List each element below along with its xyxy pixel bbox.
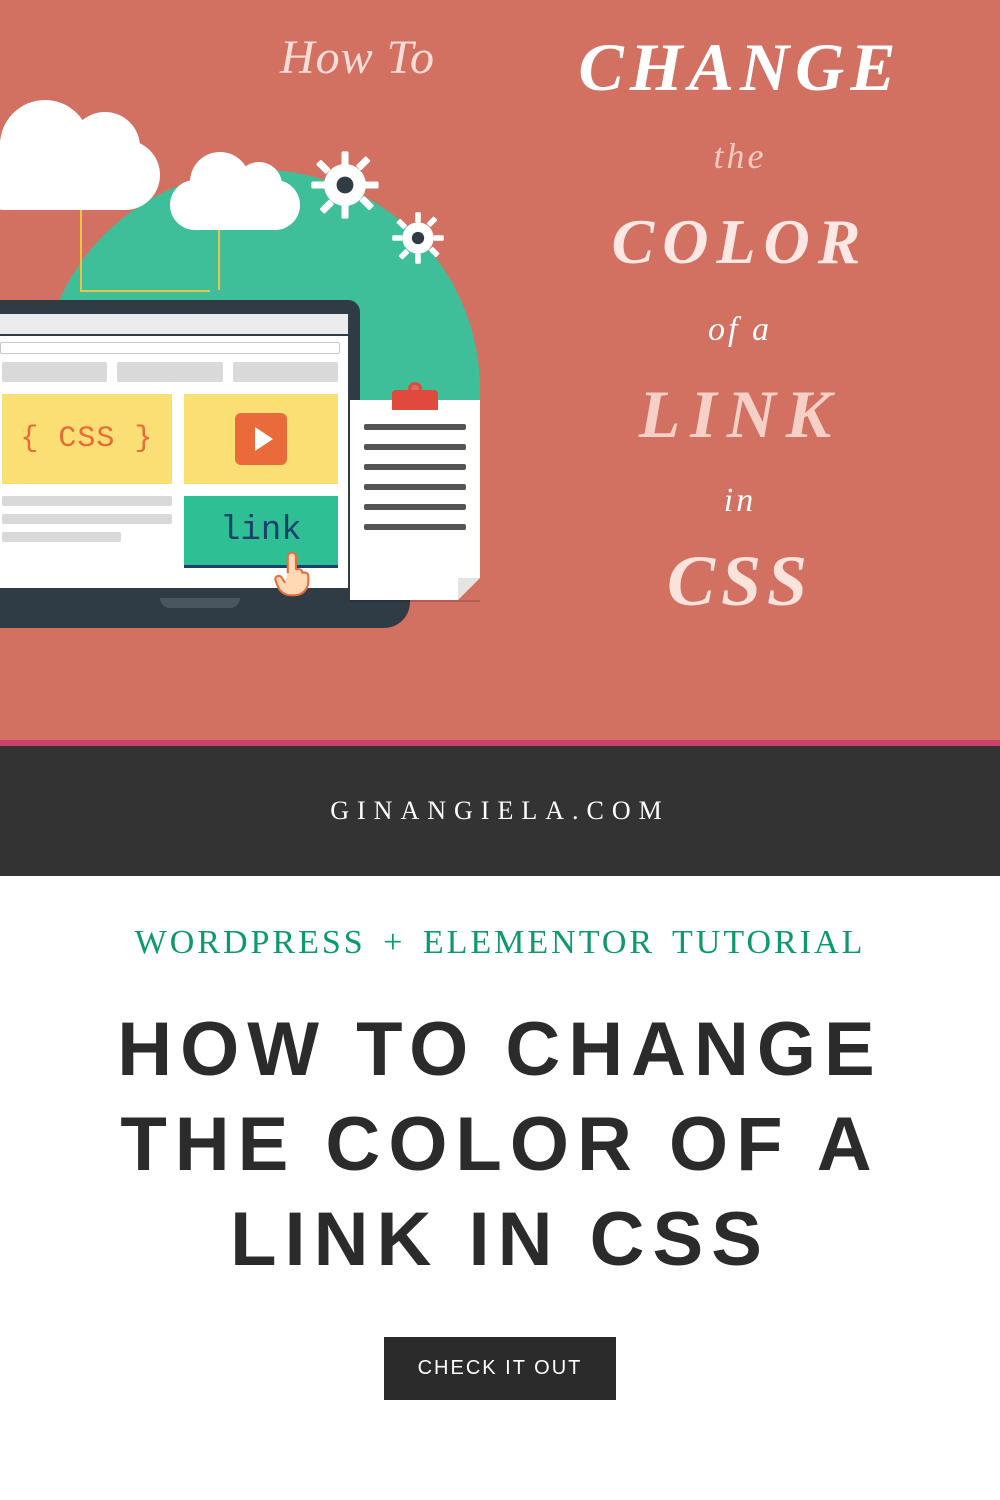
- hero-text-color: COLOR: [520, 205, 960, 279]
- page-fold-icon: [458, 578, 480, 600]
- site-domain-text: GINANGIELA.COM: [330, 796, 669, 826]
- lower-content: WORDPRESS + ELEMENTOR TUTORIAL HOW TO CH…: [0, 876, 1000, 1430]
- tutorial-category: WORDPRESS + ELEMENTOR TUTORIAL: [40, 924, 960, 962]
- connector-line: [80, 210, 82, 290]
- text-lines-placeholder: [2, 496, 172, 568]
- video-card: [184, 394, 338, 484]
- hero-illustration: { CSS } link: [0, 110, 520, 730]
- link-card-label: link: [220, 512, 302, 550]
- hero-text-css: CSS: [520, 540, 960, 623]
- hero-title-stack: CHANGE the COLOR of a LINK in CSS: [520, 20, 960, 623]
- main-title: HOW TO CHANGE THE COLOR OF A LINK IN CSS: [40, 1002, 960, 1287]
- nav-placeholders: [0, 362, 348, 382]
- hero-text-change: CHANGE: [520, 28, 960, 107]
- gear-icon: [310, 150, 380, 220]
- hero-text-ofa: of a: [520, 311, 960, 349]
- play-icon: [235, 413, 287, 465]
- hero-text-link: LINK: [520, 375, 960, 454]
- css-card: { CSS }: [2, 394, 172, 484]
- hero-text-in: in: [520, 482, 960, 520]
- connector-line: [218, 230, 220, 290]
- check-it-out-button[interactable]: CHECK IT OUT: [384, 1337, 617, 1400]
- connector-line: [80, 290, 210, 292]
- clipboard-lines: [350, 400, 480, 554]
- site-domain-bar: GINANGIELA.COM: [0, 746, 1000, 876]
- laptop-illustration: { CSS } link: [0, 300, 390, 640]
- laptop-screen: { CSS } link: [0, 314, 348, 588]
- cloud-icon: [170, 180, 300, 230]
- cloud-icon: [0, 140, 160, 210]
- hero-text-the: the: [520, 135, 960, 177]
- link-card: link: [184, 496, 338, 568]
- browser-titlebar: [0, 314, 348, 336]
- laptop-trackpad-lip: [160, 598, 240, 608]
- hand-cursor-icon: [274, 548, 318, 604]
- hero-banner: How To CHANGE the COLOR of a LINK in CSS: [0, 0, 1000, 740]
- clipboard-clip: [392, 390, 438, 410]
- hero-text-howto: How To: [280, 30, 435, 85]
- clipboard-illustration: [350, 400, 480, 600]
- browser-urlbar: [0, 342, 340, 354]
- gear-icon: [390, 210, 446, 266]
